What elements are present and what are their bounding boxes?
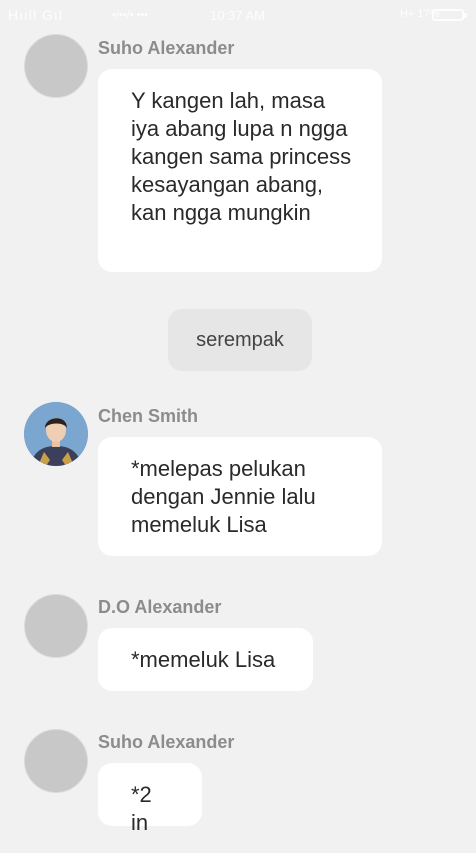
message-bubble[interactable]: *melepas pelukan dengan Jennie lalu meme… xyxy=(98,437,382,556)
status-time: 10:37 AM xyxy=(210,8,265,23)
battery-icon xyxy=(432,9,467,21)
avatar[interactable] xyxy=(24,729,88,793)
message-bubble[interactable]: *2 in xyxy=(98,763,202,835)
sender-name: Chen Smith xyxy=(98,406,199,426)
avatar[interactable] xyxy=(24,402,88,466)
signal-icon: Hııll Gıl xyxy=(8,7,63,23)
status-info: •/••/• ••• xyxy=(112,9,149,21)
sender-name: D.O Alexander xyxy=(98,597,222,617)
avatar[interactable] xyxy=(24,594,88,658)
avatar[interactable] xyxy=(24,34,88,98)
message-bubble[interactable]: Y kangen lah, masa iya abang lupa n ngga… xyxy=(98,69,382,272)
message-bubble[interactable]: *memeluk Lisa xyxy=(98,628,313,691)
sender-name: Suho Alexander xyxy=(98,38,235,58)
sender-name: Suho Alexander xyxy=(98,732,235,752)
system-message: serempak xyxy=(168,309,312,371)
status-bar: Hııll Gıl •/••/• ••• 10:37 AM H+ 17% xyxy=(0,0,476,30)
profile-photo xyxy=(24,402,88,466)
